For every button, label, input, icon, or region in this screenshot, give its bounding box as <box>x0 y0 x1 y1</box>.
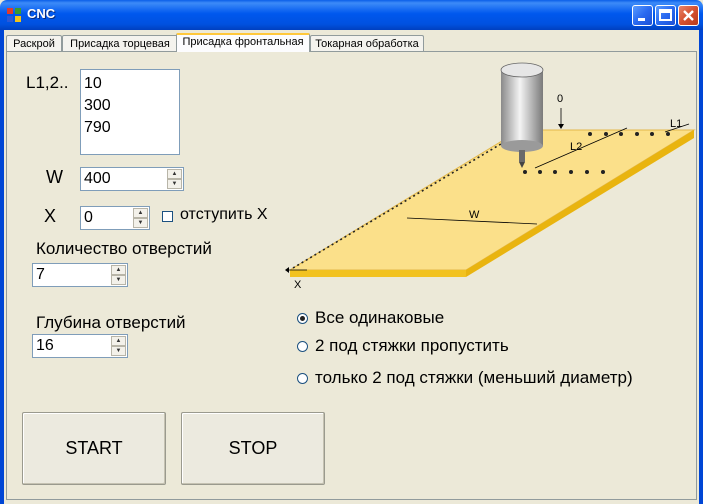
window-title: CNC <box>27 6 56 21</box>
holes-depth-up-button[interactable]: ▲ <box>111 336 126 346</box>
offset-x-label: X <box>44 206 57 226</box>
zero-label: 0 <box>557 93 563 105</box>
holes-count-up-button[interactable]: ▲ <box>111 265 126 275</box>
tab-prisadka-frontalnaya[interactable]: Присадка фронтальная <box>176 33 310 52</box>
tab-tokarnaya-obrabotka[interactable]: Токарная обработка <box>310 35 424 51</box>
close-button[interactable] <box>678 5 699 26</box>
offset-x-up-button[interactable]: ▲ <box>133 208 148 218</box>
board-diagram: 0 L2 L1 W X <box>285 62 696 291</box>
maximize-button[interactable] <box>655 5 676 26</box>
start-button[interactable]: START <box>22 412 166 485</box>
board-top-face <box>288 129 696 271</box>
list-item[interactable]: 300 <box>84 95 179 117</box>
app-window: CNC Раскрой Присадка торцевая Присадка ф… <box>0 0 703 504</box>
option-skip-two-radio[interactable] <box>297 341 308 352</box>
width-value: 400 <box>84 170 111 187</box>
offset-x-down-button[interactable]: ▼ <box>133 218 148 228</box>
list-item[interactable]: 10 <box>84 73 179 95</box>
offset-x-checkbox[interactable] <box>162 211 173 222</box>
list-item[interactable]: 790 <box>84 117 179 139</box>
width-up-button[interactable]: ▲ <box>167 169 182 179</box>
window-border-right <box>699 30 703 504</box>
lengths-label: L1,2.. <box>26 73 69 92</box>
offset-x-checkbox-label[interactable]: отступить X <box>180 206 268 224</box>
option-only-two-label[interactable]: только 2 под стяжки (меньший диаметр) <box>315 368 633 388</box>
tab-raskroy[interactable]: Раскрой <box>6 35 62 51</box>
title-bar[interactable]: CNC <box>0 0 703 30</box>
lengths-list[interactable]: 10 300 790 <box>80 69 180 155</box>
l2-label: L2 <box>570 141 582 153</box>
holes-depth-label: Глубина отверстий <box>36 313 186 332</box>
holes-count-stepper[interactable]: 7 ▲ ▼ <box>32 263 128 287</box>
maximize-icon <box>659 9 672 21</box>
option-all-same-radio[interactable] <box>297 313 308 324</box>
board-front-edge <box>290 270 466 277</box>
minimize-icon <box>638 18 645 21</box>
option-only-two-radio[interactable] <box>297 373 308 384</box>
window-border-left <box>0 30 4 504</box>
close-icon <box>683 10 694 21</box>
tab-prisadka-tortsevaya[interactable]: Присадка торцевая <box>62 35 178 51</box>
minimize-button[interactable] <box>632 5 653 26</box>
holes-count-label: Количество отверстий <box>36 239 212 258</box>
offset-x-stepper[interactable]: 0 ▲ ▼ <box>80 206 150 230</box>
stop-button[interactable]: STOP <box>181 412 325 485</box>
holes-depth-down-button[interactable]: ▼ <box>111 346 126 356</box>
w-label: W <box>469 209 480 221</box>
width-down-button[interactable]: ▼ <box>167 179 182 189</box>
holes-count-value: 7 <box>36 266 45 283</box>
width-label: W <box>46 167 63 187</box>
holes-count-down-button[interactable]: ▼ <box>111 275 126 285</box>
option-skip-two-label[interactable]: 2 под стяжки пропустить <box>315 336 509 356</box>
holes-depth-stepper[interactable]: 16 ▲ ▼ <box>32 334 128 358</box>
holes-depth-value: 16 <box>36 337 54 354</box>
app-icon <box>7 8 21 22</box>
x-label: X <box>294 279 302 291</box>
offset-x-value: 0 <box>84 209 93 226</box>
option-all-same-label[interactable]: Все одинаковые <box>315 308 444 328</box>
width-stepper[interactable]: 400 ▲ ▼ <box>80 167 184 191</box>
